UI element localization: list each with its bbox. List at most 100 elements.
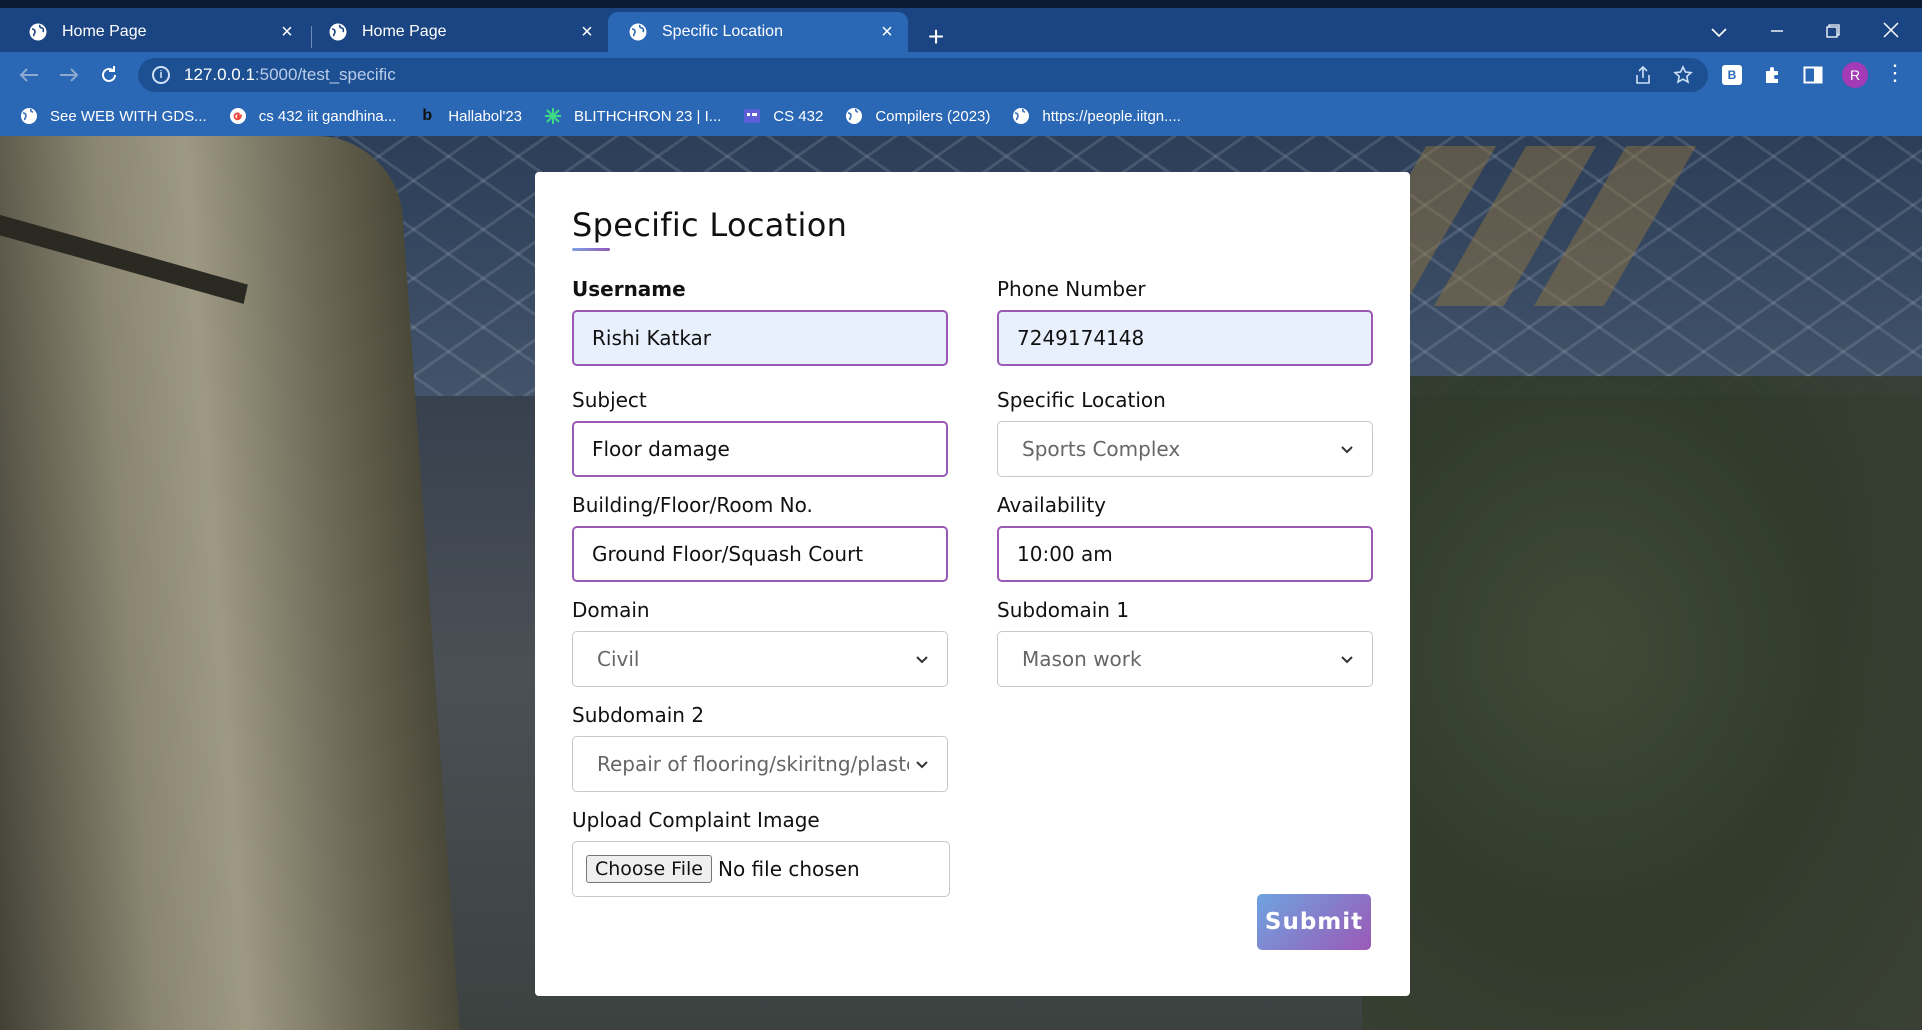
globe-icon xyxy=(29,23,47,41)
subdomain2-field-group: Subdomain 2 Repair of flooring/skiritng/… xyxy=(572,703,948,792)
chevron-down-icon xyxy=(916,656,928,664)
file-upload-input[interactable]: Choose File No file chosen xyxy=(572,841,950,897)
pillar-band xyxy=(0,196,248,304)
chevron-down-icon xyxy=(916,761,928,769)
domain-select[interactable]: Civil xyxy=(572,631,948,687)
bookmark-item[interactable]: See WEB WITH GDS... xyxy=(20,107,207,125)
specific-location-value: Sports Complex xyxy=(1022,437,1181,461)
url-host: 127.0.0.1 xyxy=(184,65,255,84)
bookmark-item[interactable]: CS 432 xyxy=(743,107,823,125)
building-label: Building/Floor/Room No. xyxy=(572,493,813,517)
availability-input[interactable]: 10:00 am xyxy=(997,526,1373,582)
complaint-form-card: Specific Location Username Rishi Katkar … xyxy=(535,172,1410,996)
hallabol-icon: b xyxy=(422,107,433,124)
availability-field-group: Availability 10:00 am xyxy=(997,493,1373,582)
close-tab-icon[interactable]: × xyxy=(578,21,596,43)
subject-value: Floor damage xyxy=(592,437,730,461)
blithchron-icon xyxy=(544,107,562,125)
tab-home-page-2[interactable]: Home Page × xyxy=(308,12,608,52)
back-icon[interactable] xyxy=(16,62,42,88)
chevron-down-icon xyxy=(1341,446,1353,454)
phone-field-group: Phone Number 7249174148 xyxy=(997,277,1373,366)
close-tab-icon[interactable]: × xyxy=(878,21,896,43)
specific-location-field-group: Specific Location Sports Complex xyxy=(997,388,1373,477)
submit-button[interactable]: Submit xyxy=(1257,894,1371,950)
close-tab-icon[interactable]: × xyxy=(278,21,296,43)
subdomain1-select[interactable]: Mason work xyxy=(997,631,1373,687)
building-input[interactable]: Ground Floor/Squash Court xyxy=(572,526,948,582)
form-title: Specific Location xyxy=(572,206,848,244)
chevron-down-icon xyxy=(1341,656,1353,664)
bookmark-label: cs 432 iit gandhina... xyxy=(258,107,397,125)
reload-icon[interactable] xyxy=(96,62,122,88)
background-pillar xyxy=(0,136,461,1030)
tab-specific-location[interactable]: Specific Location × xyxy=(608,12,908,52)
extension-b-icon[interactable]: B xyxy=(1722,65,1742,85)
tab-search-icon[interactable] xyxy=(1704,22,1734,43)
close-window-button[interactable] xyxy=(1876,22,1906,43)
extensions-puzzle-icon[interactable] xyxy=(1762,64,1784,86)
username-label: Username xyxy=(572,277,686,301)
bookmark-item[interactable]: https://people.iitgn.... xyxy=(1012,107,1181,125)
bookmark-item[interactable]: b Hallabol'23 xyxy=(418,107,522,125)
subject-label: Subject xyxy=(572,388,647,412)
restore-button[interactable] xyxy=(1818,22,1848,43)
tab-home-page-1[interactable]: Home Page × xyxy=(8,12,308,52)
availability-value: 10:00 am xyxy=(1017,542,1113,566)
file-status: No file chosen xyxy=(717,857,860,881)
domain-field-group: Domain Civil xyxy=(572,598,948,687)
upload-field-group: Upload Complaint Image Choose File No fi… xyxy=(572,808,950,897)
classroom-icon xyxy=(743,107,761,125)
globe-icon xyxy=(329,23,347,41)
tab-title: Home Page xyxy=(62,23,147,40)
building-field-group: Building/Floor/Room No. Ground Floor/Squ… xyxy=(572,493,948,582)
username-value: Rishi Katkar xyxy=(592,326,712,350)
phone-input[interactable]: 7249174148 xyxy=(997,310,1373,366)
window-top-strip xyxy=(0,0,1922,8)
bookmark-star-icon[interactable] xyxy=(1672,64,1694,86)
subdomain2-value: Repair of flooring/skiritng/plaster xyxy=(597,752,909,776)
share-icon[interactable] xyxy=(1632,64,1654,86)
subdomain1-field-group: Subdomain 1 Mason work xyxy=(997,598,1373,687)
minimize-button[interactable] xyxy=(1762,22,1792,43)
bookmarks-bar: See WEB WITH GDS... cs 432 iit gandhina.… xyxy=(0,96,1922,136)
bookmark-label: https://people.iitgn.... xyxy=(1042,107,1181,125)
phone-value: 7249174148 xyxy=(1017,326,1145,350)
bookmark-item[interactable]: Compilers (2023) xyxy=(845,107,990,125)
choose-file-button[interactable]: Choose File xyxy=(586,855,712,883)
title-underline xyxy=(572,248,610,251)
availability-label: Availability xyxy=(997,493,1107,517)
google-icon xyxy=(229,107,247,125)
site-info-icon[interactable]: i xyxy=(152,66,170,84)
browser-menu-icon[interactable]: ⋮ xyxy=(1884,62,1906,86)
bookmark-label: See WEB WITH GDS... xyxy=(50,107,207,125)
upload-label: Upload Complaint Image xyxy=(572,808,820,832)
phone-label: Phone Number xyxy=(997,277,1146,301)
profile-avatar[interactable]: R xyxy=(1842,62,1868,88)
username-input[interactable]: Rishi Katkar xyxy=(572,310,948,366)
bookmark-label: CS 432 xyxy=(773,107,824,125)
address-toolbar: i 127.0.0.1:5000/test_specific B R ⋮ xyxy=(0,52,1922,96)
side-panel-icon[interactable] xyxy=(1802,64,1824,86)
subject-input[interactable]: Floor damage xyxy=(572,421,948,477)
extension-label: B xyxy=(1727,68,1737,82)
specific-location-select[interactable]: Sports Complex xyxy=(997,421,1373,477)
url-bar[interactable]: i 127.0.0.1:5000/test_specific xyxy=(138,58,1708,92)
bookmark-label: BLITHCHRON 23 | I... xyxy=(574,107,722,125)
bookmark-item[interactable]: BLITHCHRON 23 | I... xyxy=(544,107,721,125)
new-tab-button[interactable]: + xyxy=(923,23,949,51)
bookmark-item[interactable]: cs 432 iit gandhina... xyxy=(229,107,397,125)
forward-icon[interactable] xyxy=(56,62,82,88)
domain-value: Civil xyxy=(597,647,640,671)
username-field-group: Username Rishi Katkar xyxy=(572,277,948,366)
tab-title: Specific Location xyxy=(662,23,783,40)
tab-bar: Home Page × Home Page × Specific Locatio… xyxy=(0,8,1922,52)
url-path: :5000/test_specific xyxy=(254,65,396,84)
tab-title: Home Page xyxy=(362,23,447,40)
subject-field-group: Subject Floor damage xyxy=(572,388,948,477)
avatar-initial: R xyxy=(1849,67,1861,83)
building-value: Ground Floor/Squash Court xyxy=(592,542,864,566)
specific-location-label: Specific Location xyxy=(997,388,1166,412)
bookmark-label: Compilers (2023) xyxy=(875,107,991,125)
subdomain2-select[interactable]: Repair of flooring/skiritng/plaster xyxy=(572,736,948,792)
